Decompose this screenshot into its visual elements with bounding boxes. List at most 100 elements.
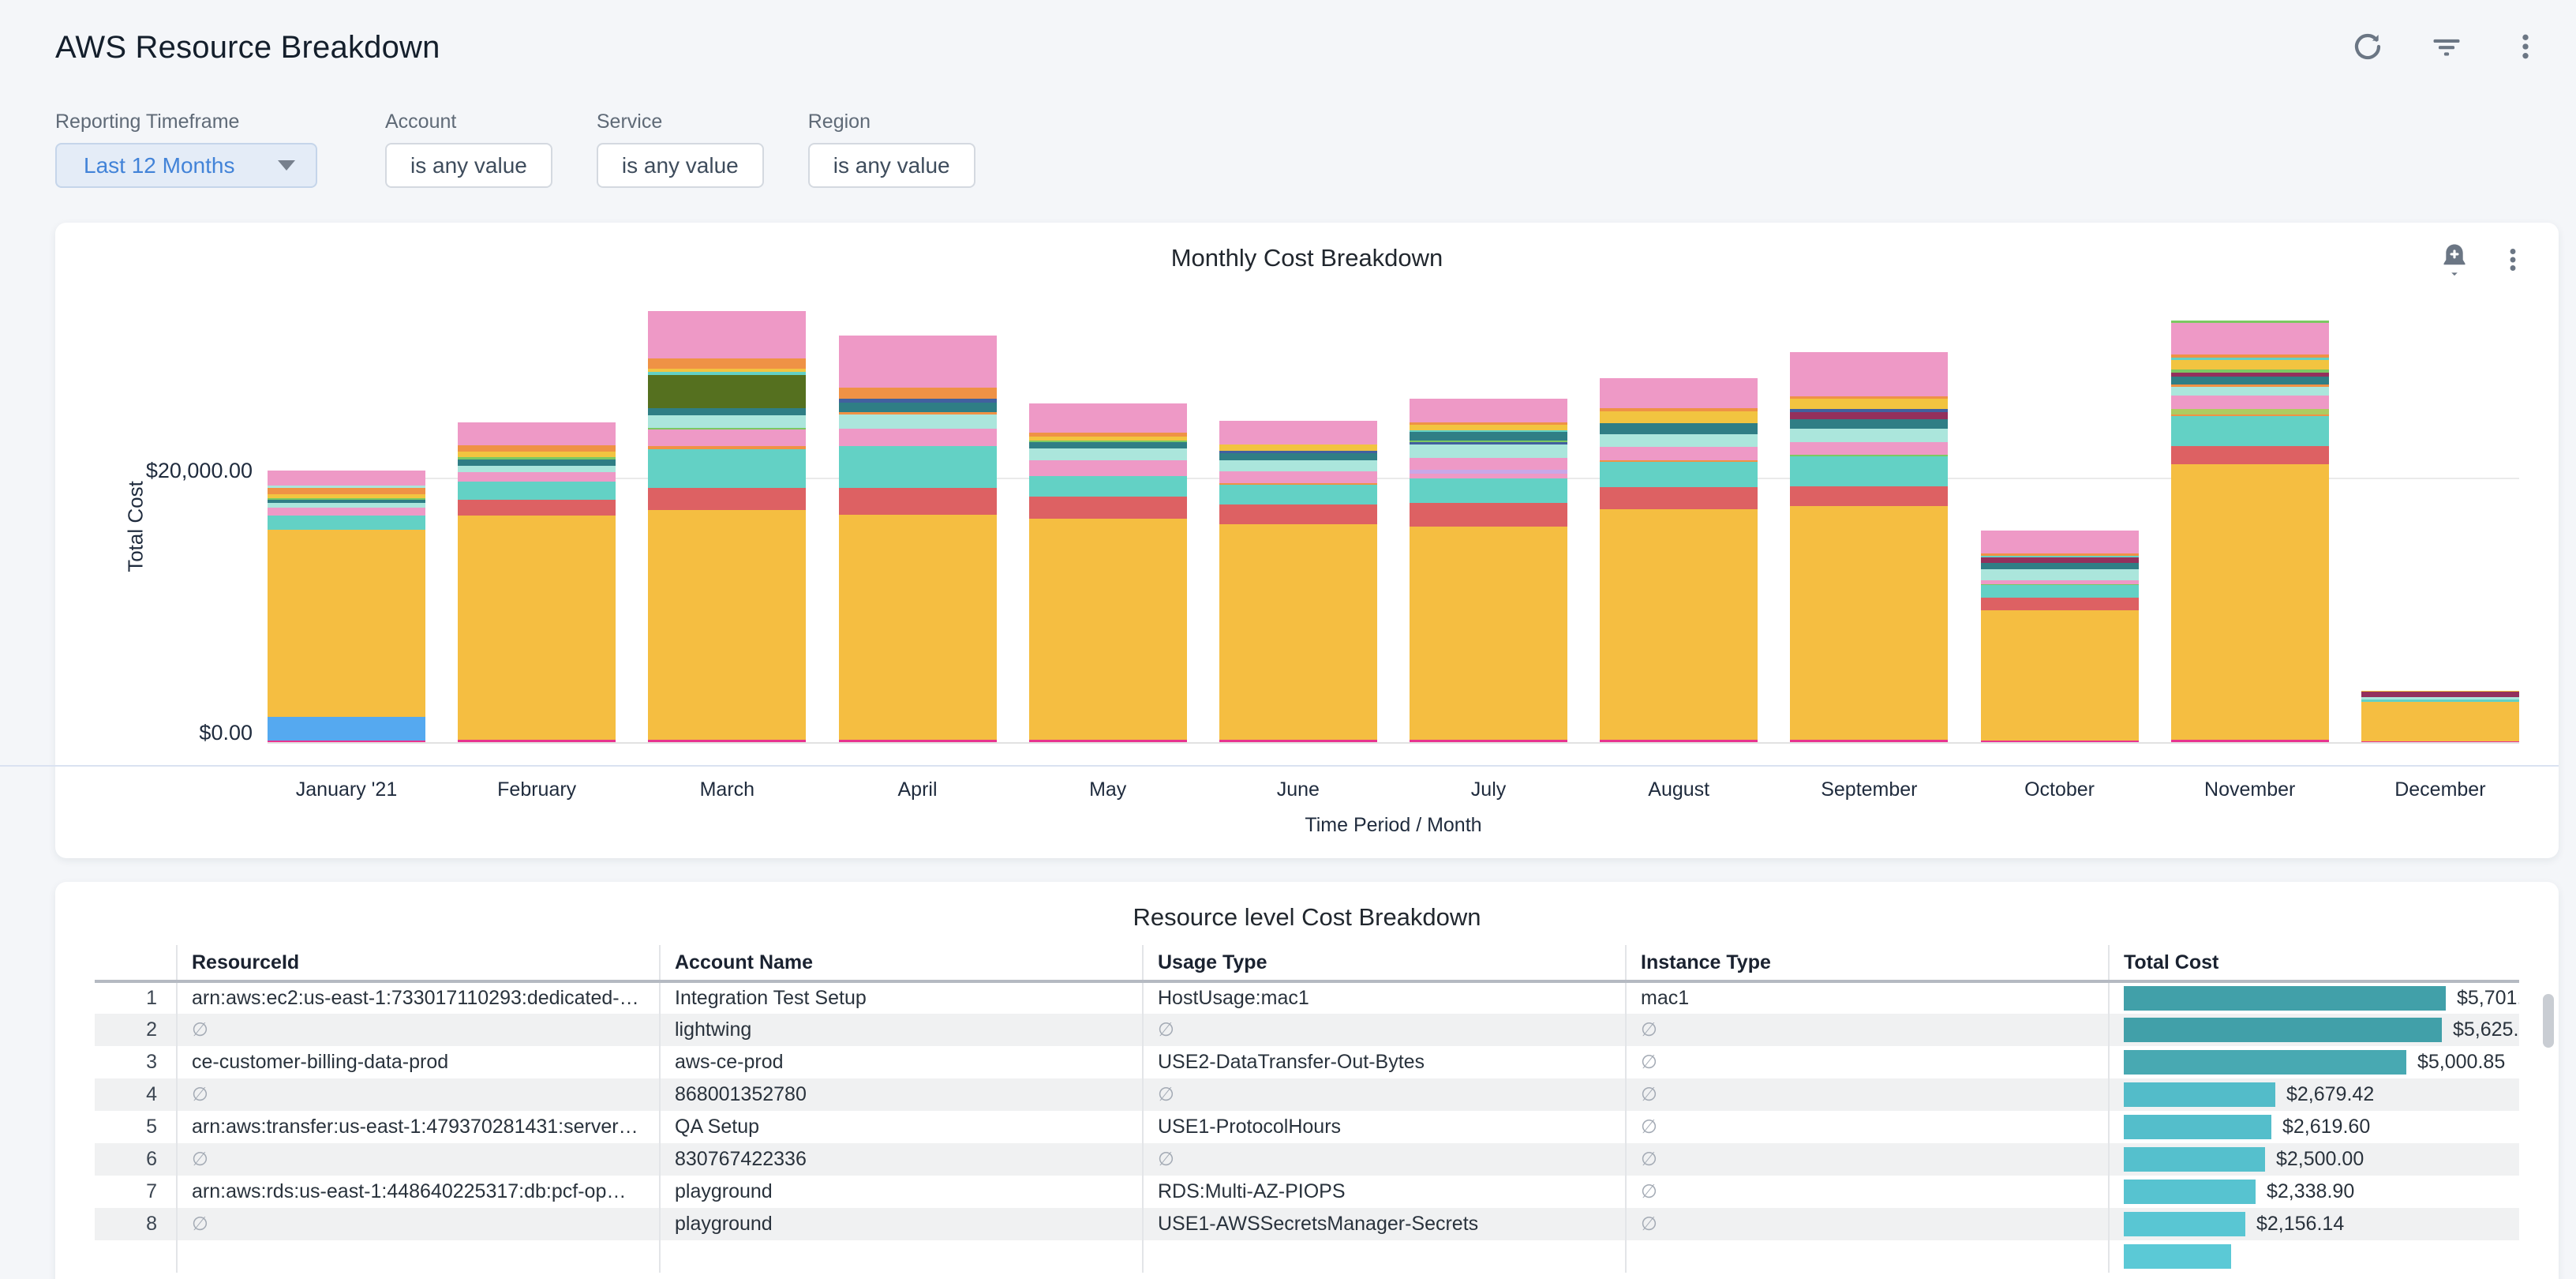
- filter-label: Region: [808, 111, 975, 133]
- cell-account-name: playground: [660, 1208, 1143, 1240]
- null-value-icon: ∅: [192, 1149, 208, 1170]
- bar-segment: [458, 452, 616, 457]
- cost-value: $5,000.85: [2417, 1051, 2505, 1074]
- cell-usage-type: HostUsage:mac1: [1143, 981, 1626, 1014]
- bar-segment: [839, 515, 997, 740]
- cell-account-name: QA Setup: [660, 1111, 1143, 1143]
- bar-segment: [458, 445, 616, 452]
- filter-label: Reporting Timeframe: [55, 111, 317, 133]
- bar-october[interactable]: [1981, 308, 2139, 742]
- cell-total-cost: $2,679.42: [2109, 1078, 2519, 1111]
- bar-june[interactable]: [1219, 308, 1377, 742]
- cell-instance-type: [1626, 1240, 2109, 1273]
- bar-segment: [2361, 741, 2519, 743]
- cell-usage-type: USE2-DataTransfer-Out-Bytes: [1143, 1046, 1626, 1078]
- bar-segment: [458, 459, 616, 466]
- bar-segment: [1981, 741, 2139, 742]
- filter-bar: Reporting Timeframe Last 12 Months Accou…: [55, 111, 2559, 188]
- y-tick-20000: $20,000.00: [136, 459, 253, 483]
- table-row: 7arn:aws:rds:us-east-1:448640225317:db:p…: [95, 1176, 2519, 1208]
- filter-button[interactable]: [2428, 28, 2466, 66]
- cell-resource-id: ∅: [177, 1208, 660, 1240]
- x-tick-11: November: [2171, 778, 2329, 801]
- column-header-resource-id[interactable]: ResourceId: [177, 945, 660, 981]
- bar-segment: [1029, 497, 1187, 519]
- bar-segment: [268, 741, 425, 742]
- bar-segment: [1410, 527, 1567, 740]
- cell-resource-id: arn:aws:ec2:us-east-1:733017110293:dedic…: [177, 981, 660, 1014]
- bar-segment: [1600, 447, 1758, 460]
- bar-segment: [1410, 399, 1567, 422]
- bar-september[interactable]: [1790, 308, 1948, 742]
- service-filter-button[interactable]: is any value: [597, 143, 764, 188]
- bar-segment: [1600, 434, 1758, 447]
- axis-divider: [0, 765, 2559, 767]
- bar-segment: [1219, 471, 1377, 483]
- bar-segment: [1600, 378, 1758, 408]
- table-scrollbar-thumb[interactable]: [2543, 994, 2554, 1048]
- bar-january-21[interactable]: [268, 308, 425, 742]
- column-header-usage-type[interactable]: Usage Type: [1143, 945, 1626, 981]
- table-tile: Resource level Cost Breakdown ResourceId…: [55, 882, 2559, 1279]
- cell-resource-id: ∅: [177, 1143, 660, 1176]
- x-tick-7: July: [1410, 778, 1567, 801]
- dashboard-more-button[interactable]: [2507, 28, 2544, 66]
- bar-segment: [1600, 509, 1758, 741]
- column-header-total-cost[interactable]: Total Cost: [2109, 945, 2519, 981]
- cost-value: $2,619.60: [2282, 1116, 2370, 1138]
- column-header-instance-type[interactable]: Instance Type: [1626, 945, 2109, 981]
- bar-segment: [648, 311, 806, 358]
- cell-resource-id: [177, 1240, 660, 1273]
- bar-august[interactable]: [1600, 308, 1758, 742]
- bar-segment: [2171, 464, 2329, 740]
- bar-segment: [839, 740, 997, 742]
- chart-more-button[interactable]: [2494, 242, 2532, 279]
- bar-segment: [1410, 432, 1567, 440]
- bar-segment: [1219, 460, 1377, 471]
- row-number: 1: [95, 981, 177, 1014]
- bar-segment: [1219, 740, 1377, 742]
- bar-segment: [1029, 442, 1187, 448]
- cell-total-cost: $5,625.22: [2109, 1014, 2519, 1046]
- cost-data-bar: [2124, 1050, 2406, 1075]
- bar-segment: [648, 510, 806, 741]
- reporting-timeframe-select[interactable]: Last 12 Months: [55, 143, 317, 188]
- filter-label: Service: [597, 111, 764, 133]
- bar-april[interactable]: [839, 308, 997, 742]
- bar-november[interactable]: [2171, 308, 2329, 742]
- null-value-icon: ∅: [1641, 1084, 1657, 1105]
- bar-segment: [839, 336, 997, 388]
- alert-bell-button[interactable]: [2436, 242, 2473, 279]
- cost-data-bar: [2124, 1082, 2275, 1107]
- column-header-account-name[interactable]: Account Name: [660, 945, 1143, 981]
- null-value-icon: ∅: [1641, 1213, 1657, 1235]
- bar-december[interactable]: [2361, 308, 2519, 742]
- cell-total-cost: $2,500.00: [2109, 1143, 2519, 1176]
- bar-may[interactable]: [1029, 308, 1187, 742]
- cell-usage-type: [1143, 1240, 1626, 1273]
- bar-segment: [1410, 458, 1567, 470]
- bar-segment: [2171, 377, 2329, 384]
- null-value-icon: ∅: [192, 1084, 208, 1105]
- x-tick-5: May: [1029, 778, 1187, 801]
- bar-july[interactable]: [1410, 308, 1567, 742]
- bar-segment: [1790, 456, 1948, 486]
- bar-march[interactable]: [648, 308, 806, 742]
- bar-segment: [1981, 557, 2139, 563]
- row-number: 6: [95, 1143, 177, 1176]
- bar-segment: [2171, 416, 2329, 446]
- bar-segment: [1790, 399, 1948, 409]
- region-filter-button[interactable]: is any value: [808, 143, 975, 188]
- cell-account-name: Integration Test Setup: [660, 981, 1143, 1014]
- bar-segment: [2171, 409, 2329, 414]
- refresh-button[interactable]: [2349, 28, 2387, 66]
- bar-segment: [1029, 476, 1187, 497]
- account-filter-button[interactable]: is any value: [385, 143, 552, 188]
- bar-february[interactable]: [458, 308, 616, 742]
- bar-segment: [1410, 503, 1567, 527]
- bar-segment: [1981, 610, 2139, 741]
- bar-segment: [268, 488, 425, 494]
- x-tick-6: June: [1219, 778, 1377, 801]
- bar-segment: [1790, 429, 1948, 443]
- bar-segment: [268, 530, 425, 717]
